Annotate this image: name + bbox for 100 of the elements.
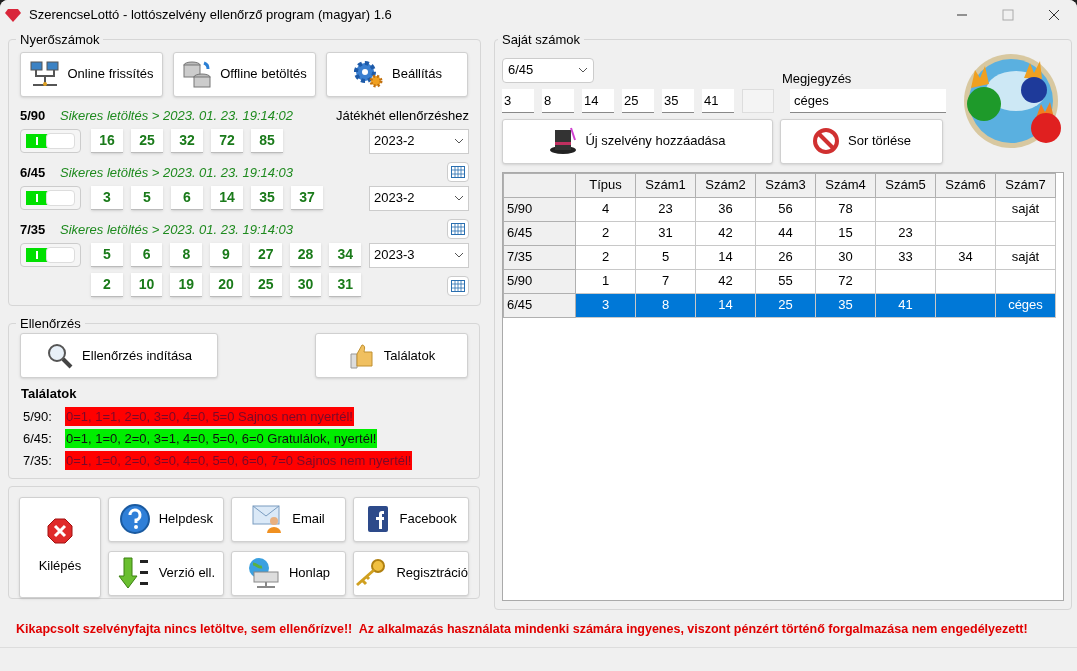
drawn-number: 25	[249, 272, 282, 297]
download-status: Sikeres letöltés > 2023. 01. 23. 19:14:02	[60, 106, 294, 125]
week-dropdown[interactable]: 2023-2	[369, 185, 469, 211]
game-label: 5/90	[20, 106, 47, 125]
window-title: SzerencseLottó - lottószelvény ellenőrző program (magyar) 1.6	[29, 6, 393, 25]
action-button[interactable]: Facebook	[353, 496, 469, 542]
row-header: 6/45	[503, 293, 576, 317]
top-hat-icon	[549, 126, 578, 156]
number-field[interactable]: 3	[502, 88, 534, 113]
maximize-icon	[1001, 9, 1015, 21]
action-button[interactable]: Email	[230, 496, 347, 542]
toolbar-button[interactable]: Beállítás	[326, 51, 468, 97]
game-dropdown[interactable]: 6/45	[502, 57, 594, 83]
exit-button[interactable]: Kilépés	[19, 496, 101, 598]
chevron-icon	[454, 138, 464, 144]
warning-text: Kikapcsolt szelvényfajta nincs letöltve, sem ellenőrízve!! Az alkalmazás használata mindenki számára ingyenes, viszont pénzért történő forgalmazása nem engedélyezett!	[15, 620, 1029, 638]
action-button[interactable]: Honlap	[230, 550, 347, 596]
calendar-icon	[451, 279, 465, 292]
drawn-number: 9	[210, 242, 242, 267]
drawn-number: 8	[170, 242, 203, 267]
drawn-number: 34	[329, 242, 362, 267]
note-label: Megjegyzés	[782, 70, 852, 88]
group-title: Nyerőszámok	[19, 31, 101, 49]
action-button[interactable]: Helpdesk	[108, 496, 224, 542]
drawn-number: 30	[289, 272, 322, 297]
group-title: Ellenőrzés	[19, 314, 82, 333]
drawn-number: 2	[91, 272, 123, 297]
delete-row-button[interactable]: Sor törlése	[780, 118, 943, 164]
database-icon	[182, 59, 213, 89]
download-arrow-icon	[116, 556, 151, 590]
close-icon	[1047, 9, 1061, 21]
results-title: Találatok	[21, 385, 78, 403]
thumbs-up-icon	[347, 341, 376, 370]
result-text: 0=1, 1=1, 2=0, 3=0, 4=0, 5=0 Sajnos nem nyertél!	[65, 406, 354, 427]
drawn-number: 3	[91, 185, 123, 210]
number-field[interactable]: 41	[702, 88, 734, 113]
close-icon	[47, 518, 73, 545]
calendar-icon	[451, 165, 465, 178]
drawn-number: 32	[171, 128, 203, 153]
gear-icon	[352, 59, 385, 89]
add-ticket-button[interactable]: Új szelvény hozzáadása	[502, 118, 773, 164]
action-button[interactable]: Regisztráció	[353, 550, 469, 596]
result-text: 0=1, 1=0, 2=0, 3=0, 4=0, 5=0, 6=0, 7=0 Sajnos nem nyertél!	[65, 450, 413, 471]
toggle-switch[interactable]	[20, 128, 81, 153]
week-dropdown[interactable]: 2023-3	[369, 242, 469, 268]
calendar-button[interactable]	[447, 218, 469, 239]
drawn-number: 28	[289, 242, 322, 267]
row-header: 6/45	[503, 221, 576, 245]
drawn-number: 72	[211, 128, 243, 153]
row-header: 7/35	[503, 245, 576, 269]
column-header: Szám3	[755, 173, 816, 197]
drawn-number: 31	[329, 272, 362, 297]
drawn-number: 5	[91, 242, 123, 267]
drawn-number: 37	[291, 185, 323, 210]
calendar-icon	[451, 222, 465, 235]
download-status: Sikeres letöltés > 2023. 01. 23. 19:14:03	[60, 220, 294, 239]
drawn-number: 10	[130, 272, 163, 297]
game-label: 6/45:	[22, 429, 53, 448]
number-field[interactable]: 35	[662, 88, 694, 113]
column-header: Szám4	[815, 173, 876, 197]
results-button[interactable]: Találatok	[315, 333, 468, 378]
network-icon	[29, 60, 60, 88]
number-field[interactable]: 8	[542, 88, 574, 113]
drawn-number: 16	[91, 128, 123, 153]
drawn-number: 6	[171, 185, 203, 210]
note-field[interactable]: céges	[790, 88, 946, 113]
action-button[interactable]: Verzió ell.	[108, 550, 224, 596]
game-label: 5/90:	[22, 407, 53, 426]
calendar-button[interactable]	[447, 275, 469, 296]
game-label: 7/35	[20, 220, 47, 239]
calendar-button[interactable]	[447, 161, 469, 182]
number-field[interactable]: 14	[582, 88, 614, 113]
column-header: Típus	[575, 173, 636, 197]
column-header: Szám6	[935, 173, 996, 197]
drawn-number: 27	[249, 242, 282, 267]
week-label: Játékhét ellenőrzéshez	[336, 106, 469, 125]
gem-icon	[5, 8, 21, 22]
row-header: 5/90	[503, 197, 576, 221]
help-icon	[118, 503, 151, 535]
toolbar-button[interactable]: Offline betöltés	[173, 51, 316, 97]
prohibited-icon	[812, 127, 841, 155]
column-header: Szám1	[635, 173, 696, 197]
chevron-icon	[454, 195, 464, 201]
drawn-number: 25	[131, 128, 163, 153]
toggle-switch[interactable]	[20, 185, 81, 210]
drawn-number: 35	[251, 185, 283, 210]
drawn-number: 85	[251, 128, 283, 153]
drawn-number: 5	[131, 185, 163, 210]
globe-computer-icon	[246, 556, 281, 590]
row-header: 5/90	[503, 269, 576, 293]
group-title: Saját számok	[501, 31, 582, 49]
start-check-button[interactable]: Ellenőrzés indítása	[20, 333, 218, 378]
toggle-switch[interactable]	[20, 242, 81, 267]
chevron-icon	[578, 67, 588, 73]
drawn-number: 14	[211, 185, 243, 210]
week-dropdown[interactable]: 2023-2	[369, 128, 469, 154]
number-field[interactable]: 25	[622, 88, 654, 113]
toolbar-button[interactable]: Online frissítés	[20, 51, 163, 97]
download-status: Sikeres letöltés > 2023. 01. 23. 19:14:03	[60, 163, 294, 182]
game-label: 6/45	[20, 163, 47, 182]
